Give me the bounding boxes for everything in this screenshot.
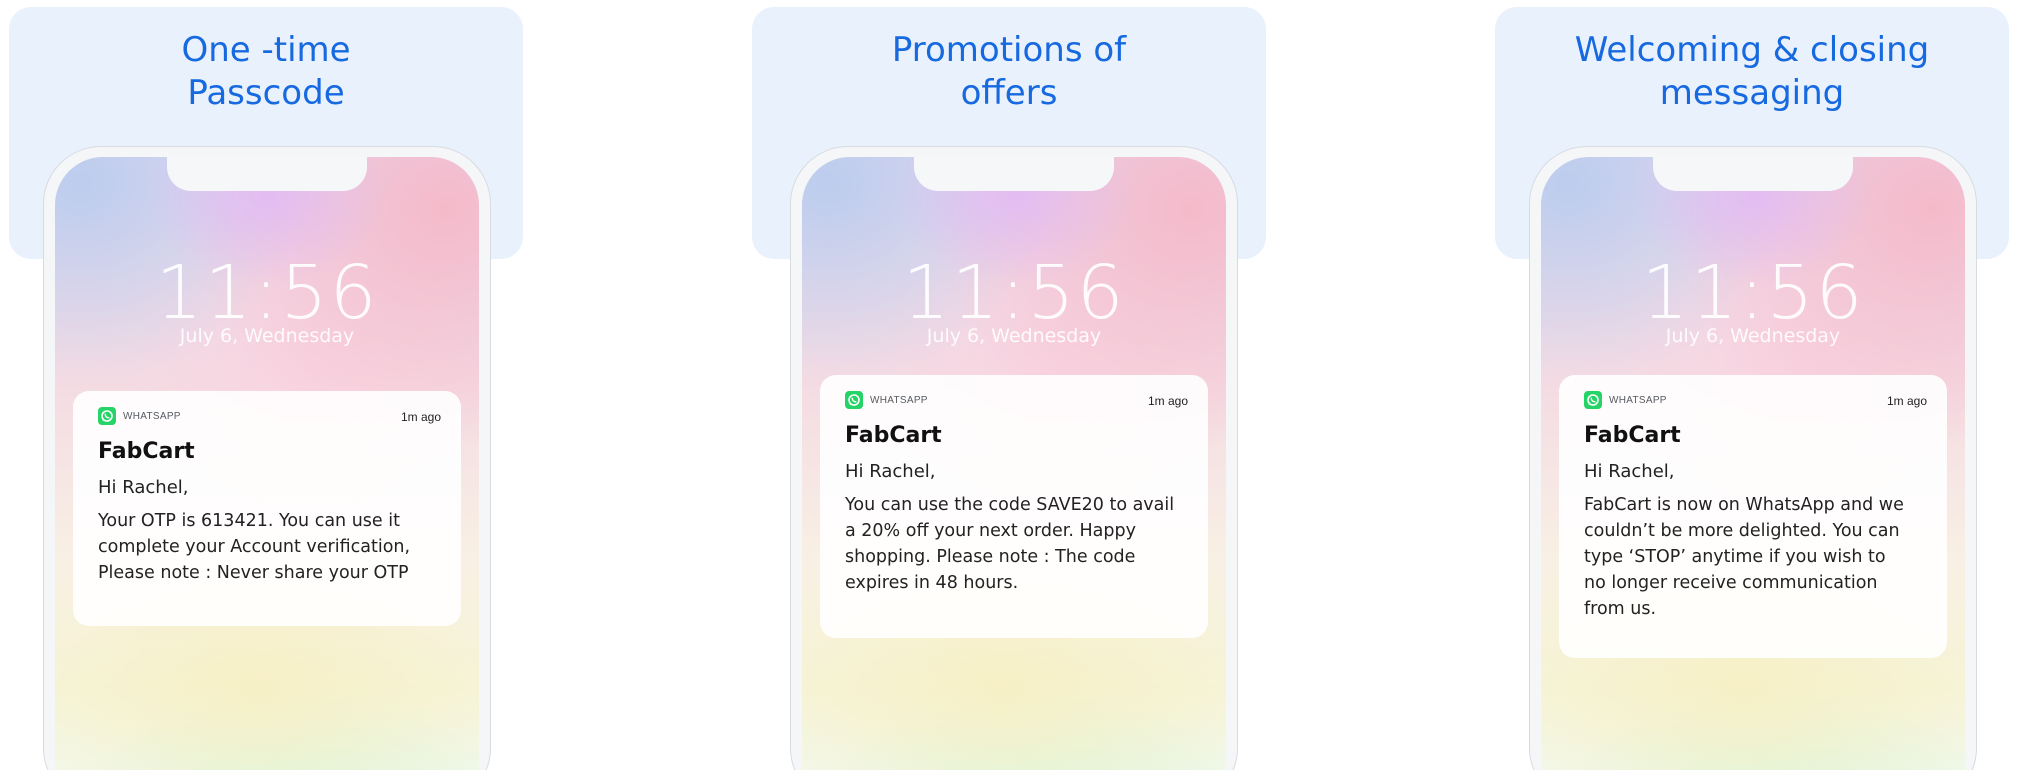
notification-time: 1m ago	[400, 410, 441, 424]
panel-title-line-1: Welcoming & closing	[1574, 30, 1930, 70]
lock-screen-date: July 6, Wednesday	[1665, 325, 1841, 347]
notification-time: 1m ago	[1886, 394, 1927, 408]
phone-mockup: 11:56 July 6, Wednesday WHATSAPP 1m ago …	[43, 146, 491, 770]
notification-body: You can use the code SAVE20 to avail a 2…	[845, 495, 1175, 593]
notification-greeting: Hi Rachel,	[845, 461, 936, 482]
phone-notch	[167, 157, 367, 191]
lock-screen-date: July 6, Wednesday	[179, 325, 355, 347]
panel-title-line-2: offers	[960, 73, 1058, 113]
whatsapp-icon	[845, 391, 863, 409]
panel-title-line-2: Passcode	[187, 73, 345, 113]
whatsapp-notification[interactable]: WHATSAPP 1m ago FabCart Hi Rachel, Your …	[73, 391, 461, 626]
notification-app-name: WHATSAPP	[870, 395, 928, 406]
phone-mockup: 11:56 July 6, Wednesday WHATSAPP 1m ago …	[1529, 146, 1977, 770]
lock-screen-clock: 11:56	[902, 250, 1126, 336]
lock-screen: 11:56 July 6, Wednesday WHATSAPP 1m ago …	[802, 157, 1226, 770]
lock-screen-date: July 6, Wednesday	[926, 325, 1102, 347]
phone-notch	[914, 157, 1114, 191]
notification-greeting: Hi Rachel,	[98, 477, 189, 498]
whatsapp-notification[interactable]: WHATSAPP 1m ago FabCart Hi Rachel, You c…	[820, 375, 1208, 638]
notification-sender: FabCart	[1584, 423, 1681, 448]
notification-header: WHATSAPP 1m ago	[1584, 391, 1927, 411]
notification-sender: FabCart	[98, 439, 195, 464]
panel-promotions-of-offers: Promotions of offers 11:56 July 6, Wedne…	[752, 0, 1274, 770]
panel-title: Welcoming & closing messaging	[1495, 29, 2009, 115]
lock-screen-clock: 11:56	[155, 250, 379, 336]
panel-title-line-1: Promotions of	[891, 30, 1127, 70]
whatsapp-icon	[98, 407, 116, 425]
panel-title: One -time Passcode	[9, 29, 523, 115]
notification-time: 1m ago	[1147, 394, 1188, 408]
phone-mockup: 11:56 July 6, Wednesday WHATSAPP 1m ago …	[790, 146, 1238, 770]
notification-app-name: WHATSAPP	[1609, 395, 1667, 406]
notification-body: Your OTP is 613421. You can use it compl…	[98, 511, 411, 583]
notification-body: FabCart is now on WhatsApp and we couldn…	[1584, 495, 1904, 619]
lock-screen: 11:56 July 6, Wednesday WHATSAPP 1m ago …	[1541, 157, 1965, 770]
panel-title-line-1: One -time	[181, 30, 351, 70]
whatsapp-icon	[1584, 391, 1602, 409]
panel-welcoming-closing-messaging: Welcoming & closing messaging 11:56 July…	[1495, 0, 2017, 770]
lock-screen: 11:56 July 6, Wednesday WHATSAPP 1m ago …	[55, 157, 479, 770]
panel-title: Promotions of offers	[752, 29, 1266, 115]
panel-title-line-2: messaging	[1659, 73, 1845, 113]
notification-greeting: Hi Rachel,	[1584, 461, 1675, 482]
notification-app-name: WHATSAPP	[123, 411, 181, 422]
notification-sender: FabCart	[845, 423, 942, 448]
phone-notch	[1653, 157, 1853, 191]
whatsapp-notification[interactable]: WHATSAPP 1m ago FabCart Hi Rachel, FabCa…	[1559, 375, 1947, 658]
notification-header: WHATSAPP 1m ago	[845, 391, 1188, 411]
lock-screen-clock: 11:56	[1641, 250, 1865, 336]
notification-header: WHATSAPP 1m ago	[98, 407, 441, 427]
panel-one-time-passcode: One -time Passcode 11:56 July 6, Wednesd…	[9, 0, 531, 770]
